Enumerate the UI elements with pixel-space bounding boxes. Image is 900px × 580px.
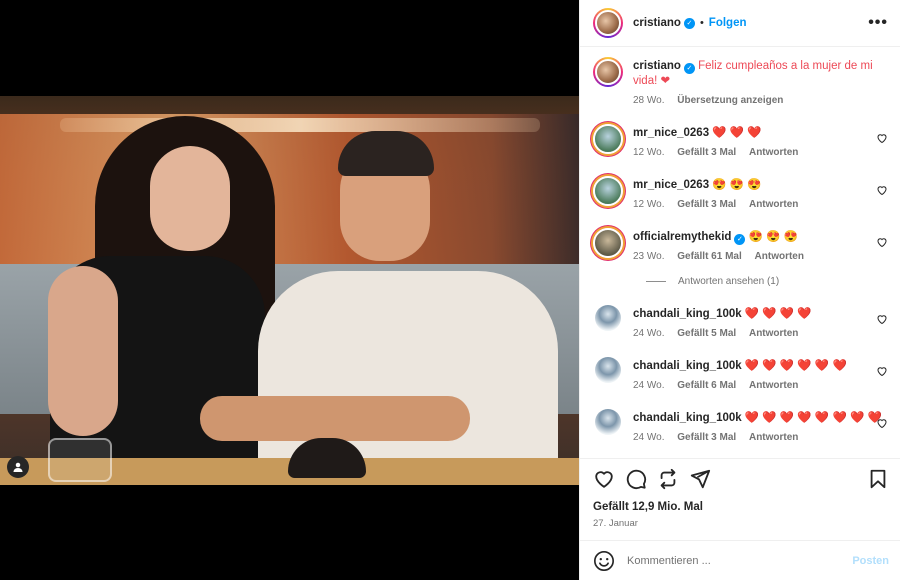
- comment-age[interactable]: 12 Wo.: [633, 199, 665, 210]
- commenter-avatar[interactable]: [595, 305, 621, 331]
- repost-icon[interactable]: [657, 468, 679, 490]
- reply-button[interactable]: Antworten: [755, 251, 804, 262]
- comment-age[interactable]: 24 Wo.: [633, 432, 665, 443]
- post-comment-button[interactable]: Posten: [852, 555, 889, 567]
- commenter-avatar[interactable]: [595, 357, 621, 383]
- instagram-post-view: cristiano ✓ • Folgen ••• cristiano ✓ Feli…: [0, 0, 900, 580]
- commenter-username[interactable]: chandali_king_100k: [633, 360, 742, 372]
- likes-count[interactable]: Gefällt 12,9 Mio. Mal: [593, 501, 703, 513]
- reply-button[interactable]: Antworten: [749, 199, 798, 210]
- commenter-username[interactable]: mr_nice_0263: [633, 179, 709, 191]
- share-paper-plane-icon[interactable]: [689, 468, 711, 490]
- like-comment-heart-icon[interactable]: [876, 184, 888, 196]
- comment-item: chandali_king_100k ❤️ ❤️ ❤️ ❤️ ❤️ ❤️ ❤️ …: [593, 409, 888, 445]
- see-translation-button[interactable]: Übersetzung anzeigen: [677, 95, 783, 106]
- post-photo[interactable]: [0, 96, 579, 485]
- like-comment-heart-icon[interactable]: [876, 313, 888, 325]
- comment-age[interactable]: 23 Wo.: [633, 251, 665, 262]
- save-bookmark-icon[interactable]: [867, 468, 889, 490]
- post-action-bar: [580, 458, 900, 498]
- verified-badge-icon: ✓: [734, 234, 746, 245]
- caption-username[interactable]: cristiano: [633, 60, 681, 72]
- commenter-avatar[interactable]: [593, 176, 623, 206]
- commenter-avatar[interactable]: [593, 228, 623, 258]
- caption-age[interactable]: 28 Wo.: [633, 95, 665, 106]
- verified-badge-icon: ✓: [683, 63, 695, 74]
- verified-badge-icon: ✓: [683, 17, 695, 29]
- tagged-user-icon[interactable]: [7, 456, 29, 478]
- caption-author-avatar[interactable]: [593, 57, 623, 87]
- comment-input[interactable]: [627, 554, 853, 567]
- comment-text: ❤️ ❤️ ❤️ ❤️: [744, 308, 812, 320]
- commenter-avatar[interactable]: [595, 409, 621, 435]
- view-replies-label: Antworten ansehen (1): [678, 276, 780, 287]
- commenter-avatar[interactable]: [593, 124, 623, 154]
- comment-text: ❤️ ❤️ ❤️ ❤️ ❤️ ❤️: [744, 360, 847, 372]
- comment-likes[interactable]: Gefällt 61 Mal: [677, 251, 741, 262]
- comment-text: 😍 😍 😍: [748, 231, 798, 243]
- post-date[interactable]: 27. Januar: [593, 518, 638, 529]
- comment-likes[interactable]: Gefällt 3 Mal: [677, 147, 736, 158]
- comment-likes[interactable]: Gefällt 5 Mal: [677, 328, 736, 339]
- commenter-username[interactable]: officialremythekid: [633, 231, 731, 243]
- comment-item: mr_nice_0263 ❤️ ❤️ ❤️ 12 Wo. Gefällt 3 M…: [593, 124, 888, 160]
- comment-item: mr_nice_0263 😍 😍 😍 12 Wo. Gefällt 3 Mal …: [593, 176, 888, 212]
- reply-button[interactable]: Antworten: [749, 328, 798, 339]
- like-comment-heart-icon[interactable]: [876, 417, 888, 429]
- comment-age[interactable]: 24 Wo.: [633, 328, 665, 339]
- commenter-username[interactable]: chandali_king_100k: [633, 412, 742, 424]
- comment-likes[interactable]: Gefällt 3 Mal: [677, 199, 736, 210]
- comment-text: ❤️ ❤️ ❤️ ❤️ ❤️ ❤️ ❤️ ❤️: [744, 412, 882, 424]
- reply-button[interactable]: Antworten: [749, 432, 798, 443]
- commenter-username[interactable]: mr_nice_0263: [633, 127, 709, 139]
- like-comment-heart-icon[interactable]: [876, 132, 888, 144]
- comment-item: chandali_king_100k ❤️ ❤️ ❤️ ❤️ ❤️ ❤️ 24 …: [593, 357, 888, 393]
- post-side-panel: cristiano ✓ • Folgen ••• cristiano ✓ Feli…: [579, 0, 900, 580]
- like-heart-icon[interactable]: [593, 468, 615, 490]
- comment-age[interactable]: 24 Wo.: [633, 380, 665, 391]
- follow-button[interactable]: Folgen: [709, 17, 747, 29]
- comment-bubble-icon[interactable]: [625, 468, 647, 490]
- post-header: cristiano ✓ • Folgen •••: [580, 0, 900, 47]
- comment-item: chandali_king_100k ❤️ ❤️ ❤️ ❤️ 24 Wo. Ge…: [593, 305, 888, 341]
- comment-likes[interactable]: Gefällt 3 Mal: [677, 432, 736, 443]
- post-media-panel: [0, 0, 579, 580]
- more-options-icon[interactable]: •••: [868, 14, 888, 32]
- emoji-picker-icon[interactable]: [593, 550, 615, 572]
- separator: •: [699, 17, 704, 29]
- comment-likes[interactable]: Gefällt 6 Mal: [677, 380, 736, 391]
- reply-button[interactable]: Antworten: [749, 380, 798, 391]
- comment-text: ❤️ ❤️ ❤️: [712, 127, 762, 139]
- comments-list[interactable]: cristiano ✓ Feliz cumpleaños a la mujer d…: [580, 47, 900, 455]
- comment-composer: Posten: [580, 540, 900, 580]
- comment-item: officialremythekid ✓ 😍 😍 😍 23 Wo. Gefällt…: [593, 228, 888, 264]
- reply-button[interactable]: Antworten: [749, 147, 798, 158]
- caption: cristiano ✓ Feliz cumpleaños a la mujer d…: [593, 57, 888, 108]
- comment-age[interactable]: 12 Wo.: [633, 147, 665, 158]
- commenter-username[interactable]: chandali_king_100k: [633, 308, 742, 320]
- comment-text: 😍 😍 😍: [712, 179, 762, 191]
- like-comment-heart-icon[interactable]: [876, 236, 888, 248]
- author-avatar[interactable]: [593, 8, 623, 38]
- view-replies-button[interactable]: Antworten ansehen (1): [646, 276, 888, 287]
- author-username[interactable]: cristiano: [633, 17, 681, 29]
- like-comment-heart-icon[interactable]: [876, 365, 888, 377]
